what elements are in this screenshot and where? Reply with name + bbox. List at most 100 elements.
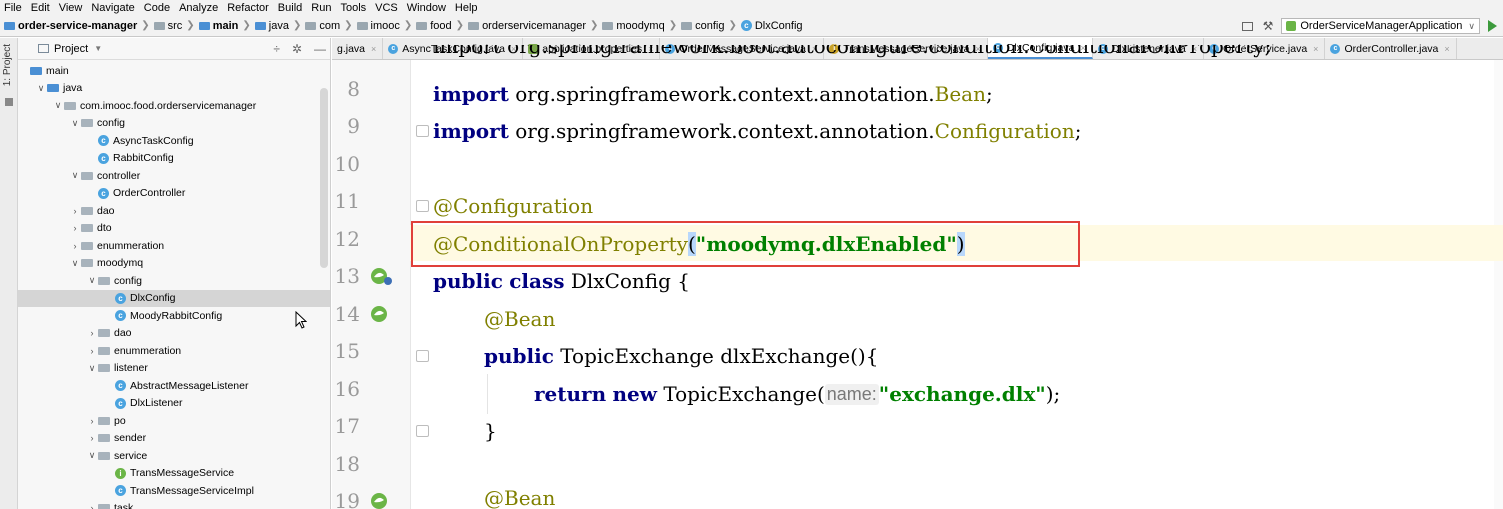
chevron-down-icon[interactable]: ∨ (35, 83, 47, 94)
menu-file[interactable]: File (4, 2, 22, 14)
chevron-down-icon[interactable]: ∨ (69, 258, 81, 269)
breadcrumb-com[interactable]: com (305, 20, 340, 32)
tree-item[interactable]: c MoodyRabbitConfig (18, 307, 330, 325)
tree-item[interactable]: › po (18, 412, 330, 430)
tree-item[interactable]: › dto (18, 220, 330, 238)
chevron-right-icon[interactable]: › (86, 328, 98, 338)
folder-icon (468, 21, 480, 30)
tree-item[interactable]: › dao (18, 202, 330, 220)
close-icon[interactable]: × (371, 44, 376, 54)
annotation-configuration: @Configuration (433, 194, 594, 218)
tree-item-label: com.imooc.food.orderservicemanager (80, 99, 257, 112)
chevron-right-icon[interactable]: › (86, 416, 98, 426)
tree-item[interactable]: › enummeration (18, 342, 330, 360)
menu-window[interactable]: Window (407, 2, 446, 14)
menu-tools[interactable]: Tools (340, 2, 366, 14)
tree-item[interactable]: ∨ com.imooc.food.orderservicemanager (18, 97, 330, 115)
fold-marker-icon[interactable] (416, 200, 429, 212)
breadcrumb-config[interactable]: config (681, 20, 724, 32)
menu-help[interactable]: Help (455, 2, 478, 14)
tree-item[interactable]: c AsyncTaskConfig (18, 132, 330, 150)
tree-item[interactable]: › task (18, 500, 330, 509)
close-icon[interactable]: × (1444, 44, 1449, 54)
layout-icon[interactable] (1241, 21, 1253, 31)
project-panel-title[interactable]: Project (54, 43, 88, 55)
menu-vcs[interactable]: VCS (375, 2, 398, 14)
code-line-8: import org.springframework.context.annot… (433, 75, 993, 113)
bean-gutter-icon[interactable] (368, 304, 394, 324)
chevron-right-icon[interactable]: › (69, 223, 81, 233)
fold-marker-icon[interactable] (416, 425, 429, 437)
collapse-all-icon[interactable]: ÷ (273, 42, 280, 56)
code-line-15: public TopicExchange dlxExchange(){ (484, 337, 878, 375)
menu-build[interactable]: Build (278, 2, 302, 14)
tree-item[interactable]: ∨ listener (18, 360, 330, 378)
gear-icon[interactable]: ✲ (292, 42, 302, 56)
tree-item[interactable]: main (18, 62, 330, 80)
chevron-down-icon[interactable]: ∨ (52, 100, 64, 111)
hide-panel-icon[interactable]: — (314, 42, 326, 56)
run-button[interactable] (1488, 20, 1497, 32)
chevron-right-icon[interactable]: › (86, 503, 98, 509)
breadcrumb-dlxconfig[interactable]: c DlxConfig (740, 20, 803, 32)
chevron-right-icon[interactable]: › (69, 206, 81, 216)
menu-navigate[interactable]: Navigate (91, 2, 134, 14)
tree-item[interactable]: c OrderController (18, 185, 330, 203)
tree-item[interactable]: ∨ moodymq (18, 255, 330, 273)
chevron-down-icon[interactable]: ∨ (86, 363, 98, 374)
tree-item[interactable]: › enummeration (18, 237, 330, 255)
bean-gutter-icon[interactable] (368, 491, 394, 509)
chevron-down-icon[interactable]: ∨ (69, 170, 81, 181)
tree-item[interactable]: ∨ config (18, 272, 330, 290)
tree-item[interactable]: ∨ java (18, 80, 330, 98)
chevron-right-icon[interactable]: › (69, 241, 81, 251)
fold-marker-icon[interactable] (416, 350, 429, 362)
chevron-down-icon[interactable]: ∨ (86, 275, 98, 286)
tree-item[interactable]: c RabbitConfig (18, 150, 330, 168)
chevron-down-icon[interactable]: ▼ (94, 44, 102, 53)
tree-item[interactable]: ∨ config (18, 115, 330, 133)
chevron-right-icon[interactable]: › (86, 346, 98, 356)
structure-tool-icon[interactable] (5, 98, 13, 106)
breadcrumb-src[interactable]: src (153, 20, 182, 32)
chevron-down-icon[interactable]: ∨ (86, 450, 98, 461)
tree-item[interactable]: › dao (18, 325, 330, 343)
breadcrumb-orderservicemanager[interactable]: orderservicemanager (468, 20, 586, 32)
editor-tab[interactable]: c OrderController.java × (1325, 38, 1457, 59)
fold-marker-icon[interactable] (416, 125, 429, 137)
menu-view[interactable]: View (59, 2, 83, 14)
tree-item[interactable]: ∨ service (18, 447, 330, 465)
tree-item[interactable]: › sender (18, 430, 330, 448)
editor-tab[interactable]: g.java × (332, 38, 384, 59)
breadcrumb-label: com (319, 19, 341, 32)
menu-edit[interactable]: Edit (31, 2, 50, 14)
bean-config-gutter-icon[interactable] (368, 266, 394, 286)
tree-item[interactable]: c DlxListener (18, 395, 330, 413)
menu-analyze[interactable]: Analyze (179, 2, 218, 14)
chevron-right-icon[interactable]: › (86, 433, 98, 443)
tree-item[interactable]: ∨ controller (18, 167, 330, 185)
tree-item[interactable]: i TransMessageService (18, 465, 330, 483)
breadcrumb-imooc[interactable]: imooc (356, 20, 400, 32)
menu-run[interactable]: Run (311, 2, 331, 14)
breadcrumb-main[interactable]: main (198, 20, 238, 32)
breadcrumb-moodymq[interactable]: moodymq (602, 20, 665, 32)
project-tool-button[interactable]: 1: Project (2, 44, 13, 86)
project-tree-scrollbar[interactable] (320, 88, 328, 268)
breadcrumb-project[interactable]: order-service-manager (4, 20, 137, 32)
breadcrumb-label: order-service-manager (18, 19, 138, 32)
tree-item[interactable]: c TransMessageServiceImpl (18, 482, 330, 500)
build-hammer-icon[interactable]: ⚒ (1263, 19, 1274, 33)
run-configuration-select[interactable]: OrderServiceManagerApplication ∨ (1281, 18, 1480, 34)
menu-refactor[interactable]: Refactor (227, 2, 269, 14)
tree-item[interactable]: c DlxConfig (18, 289, 330, 307)
code-paren: ( (687, 232, 696, 256)
close-icon[interactable]: × (1313, 44, 1318, 54)
breadcrumb-food[interactable]: food (416, 20, 452, 32)
tree-item[interactable]: c AbstractMessageListener (18, 377, 330, 395)
chevron-down-icon[interactable]: ∨ (69, 118, 81, 129)
editor-scrollbar[interactable] (1494, 60, 1503, 509)
menu-code[interactable]: Code (144, 2, 170, 14)
breadcrumb-java[interactable]: java (254, 20, 289, 32)
folder-icon (681, 21, 693, 30)
